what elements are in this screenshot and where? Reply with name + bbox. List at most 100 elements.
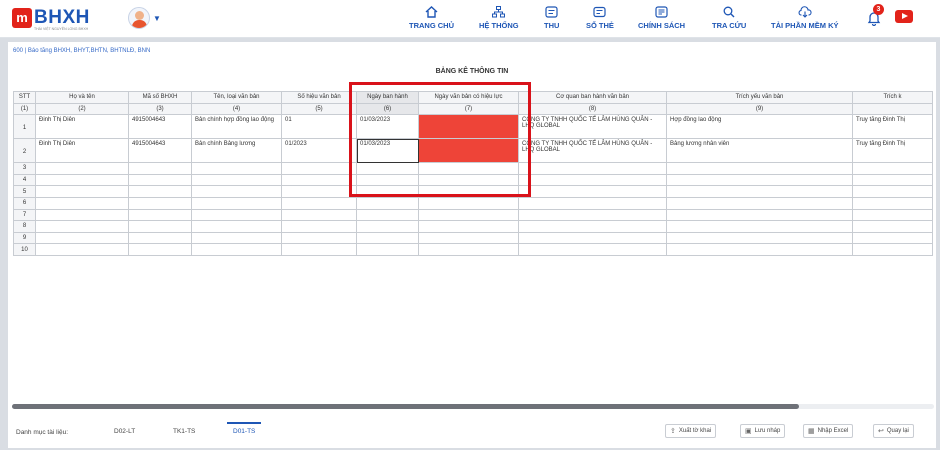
empty-cell[interactable] <box>666 208 853 222</box>
empty-cell[interactable] <box>666 243 853 256</box>
cell-name[interactable]: Đinh Thị Diên <box>35 138 129 164</box>
empty-cell[interactable] <box>281 208 357 222</box>
cell-summary[interactable]: Bảng lương nhân viên <box>666 138 853 164</box>
empty-cell[interactable] <box>128 231 192 245</box>
empty-cell[interactable] <box>852 208 933 222</box>
empty-cell[interactable] <box>418 243 519 256</box>
youtube-icon[interactable] <box>895 10 913 23</box>
export-declaration-button[interactable]: ⇪ Xuất tờ khai <box>665 424 717 438</box>
empty-cell[interactable] <box>852 231 933 245</box>
empty-cell[interactable] <box>281 173 357 187</box>
empty-cell[interactable] <box>666 185 853 198</box>
cell-issued-date[interactable]: 01/03/2023 <box>356 114 419 140</box>
cell-summary[interactable]: Hợp đồng lao động <box>666 114 853 140</box>
bhxh-logo[interactable]: m BHXH THÁI VIỆT NGUYÊN LONG BHXH <box>12 7 90 31</box>
empty-cell[interactable] <box>191 162 282 175</box>
cell-agency[interactable]: CÔNG TY TNHH QUỐC TẾ LÂM HÙNG QUÂN - LHQ… <box>518 138 667 164</box>
empty-cell[interactable] <box>418 220 519 233</box>
empty-cell[interactable] <box>128 162 192 175</box>
empty-cell[interactable] <box>518 173 667 187</box>
import-excel-button[interactable]: ▦ Nhập Excel <box>803 424 854 438</box>
empty-cell[interactable] <box>128 220 192 233</box>
horizontal-scrollbar[interactable] <box>12 404 934 409</box>
empty-cell[interactable] <box>518 220 667 233</box>
empty-cell[interactable] <box>356 243 419 256</box>
empty-cell[interactable] <box>281 220 357 233</box>
empty-cell[interactable] <box>418 196 519 210</box>
empty-cell[interactable] <box>356 220 419 233</box>
empty-cell[interactable] <box>281 185 357 198</box>
cell-effective-date[interactable] <box>418 138 519 164</box>
empty-cell[interactable] <box>356 162 419 175</box>
empty-cell[interactable] <box>518 185 667 198</box>
empty-cell[interactable] <box>666 173 853 187</box>
empty-cell[interactable] <box>191 173 282 187</box>
empty-cell[interactable] <box>191 231 282 245</box>
empty-cell[interactable] <box>191 185 282 198</box>
tab-d02-lt[interactable]: D02-LT <box>114 428 135 435</box>
empty-cell[interactable] <box>128 173 192 187</box>
empty-cell[interactable] <box>35 220 129 233</box>
empty-cell[interactable] <box>128 208 192 222</box>
empty-cell[interactable] <box>281 162 357 175</box>
empty-cell[interactable] <box>35 231 129 245</box>
empty-cell[interactable] <box>852 173 933 187</box>
empty-cell[interactable] <box>518 196 667 210</box>
nav-download-signer[interactable]: TẢI PHẦN MỀM KÝ <box>771 4 839 34</box>
nav-policy[interactable]: CHÍNH SÁCH <box>638 4 685 34</box>
nav-thu[interactable]: THU <box>544 4 559 34</box>
nav-system[interactable]: HỆ THỐNG <box>479 4 519 34</box>
cell-doc-number[interactable]: 01/2023 <box>281 138 357 164</box>
empty-cell[interactable] <box>852 220 933 233</box>
tab-tk1-ts[interactable]: TK1-TS <box>173 428 195 435</box>
nav-home[interactable]: TRANG CHỦ <box>409 4 454 34</box>
empty-cell[interactable] <box>666 196 853 210</box>
empty-cell[interactable] <box>666 162 853 175</box>
empty-cell[interactable] <box>418 185 519 198</box>
cell-doc-type[interactable]: Bản chính hợp đồng lao động <box>191 114 282 140</box>
empty-cell[interactable] <box>35 173 129 187</box>
cell-extra[interactable]: Truy tăng Đinh Thị <box>852 114 933 140</box>
empty-cell[interactable] <box>281 243 357 256</box>
empty-cell[interactable] <box>356 231 419 245</box>
empty-cell[interactable] <box>281 231 357 245</box>
empty-cell[interactable] <box>852 162 933 175</box>
empty-cell[interactable] <box>281 196 357 210</box>
empty-cell[interactable] <box>191 196 282 210</box>
back-button[interactable]: ↩ Quay lại <box>873 424 914 438</box>
cell-effective-date[interactable] <box>418 114 519 140</box>
cell-doc-number[interactable]: 01 <box>281 114 357 140</box>
empty-cell[interactable] <box>35 243 129 256</box>
empty-cell[interactable] <box>128 196 192 210</box>
empty-cell[interactable] <box>852 185 933 198</box>
cell-bhxh-code[interactable]: 4915004643 <box>128 114 192 140</box>
empty-cell[interactable] <box>191 243 282 256</box>
empty-cell[interactable] <box>128 243 192 256</box>
empty-cell[interactable] <box>356 208 419 222</box>
empty-cell[interactable] <box>418 173 519 187</box>
empty-cell[interactable] <box>35 208 129 222</box>
empty-cell[interactable] <box>666 220 853 233</box>
empty-cell[interactable] <box>35 196 129 210</box>
cell-extra[interactable]: Truy tăng Đinh Thị <box>852 138 933 164</box>
empty-cell[interactable] <box>35 185 129 198</box>
cell-doc-type[interactable]: Bản chính Bảng lương <box>191 138 282 164</box>
empty-cell[interactable] <box>191 208 282 222</box>
empty-cell[interactable] <box>518 162 667 175</box>
empty-cell[interactable] <box>356 196 419 210</box>
empty-cell[interactable] <box>356 173 419 187</box>
tab-d01-ts[interactable]: D01-TS <box>226 422 262 435</box>
empty-cell[interactable] <box>852 196 933 210</box>
empty-cell[interactable] <box>356 185 419 198</box>
user-menu[interactable]: ▼ <box>128 7 161 29</box>
empty-cell[interactable] <box>191 220 282 233</box>
breadcrumb[interactable]: 600 | Báo tăng BHXH, BHYT,BHTN, BHTNLĐ, … <box>13 48 150 54</box>
cell-agency[interactable]: CÔNG TY TNHH QUỐC TẾ LÂM HÙNG QUÂN - LHQ… <box>518 114 667 140</box>
empty-cell[interactable] <box>518 231 667 245</box>
empty-cell[interactable] <box>418 208 519 222</box>
empty-cell[interactable] <box>518 208 667 222</box>
scrollbar-thumb[interactable] <box>12 404 799 409</box>
cell-name[interactable]: Đinh Thị Diên <box>35 114 129 140</box>
cell-bhxh-code[interactable]: 4915004643 <box>128 138 192 164</box>
empty-cell[interactable] <box>418 162 519 175</box>
